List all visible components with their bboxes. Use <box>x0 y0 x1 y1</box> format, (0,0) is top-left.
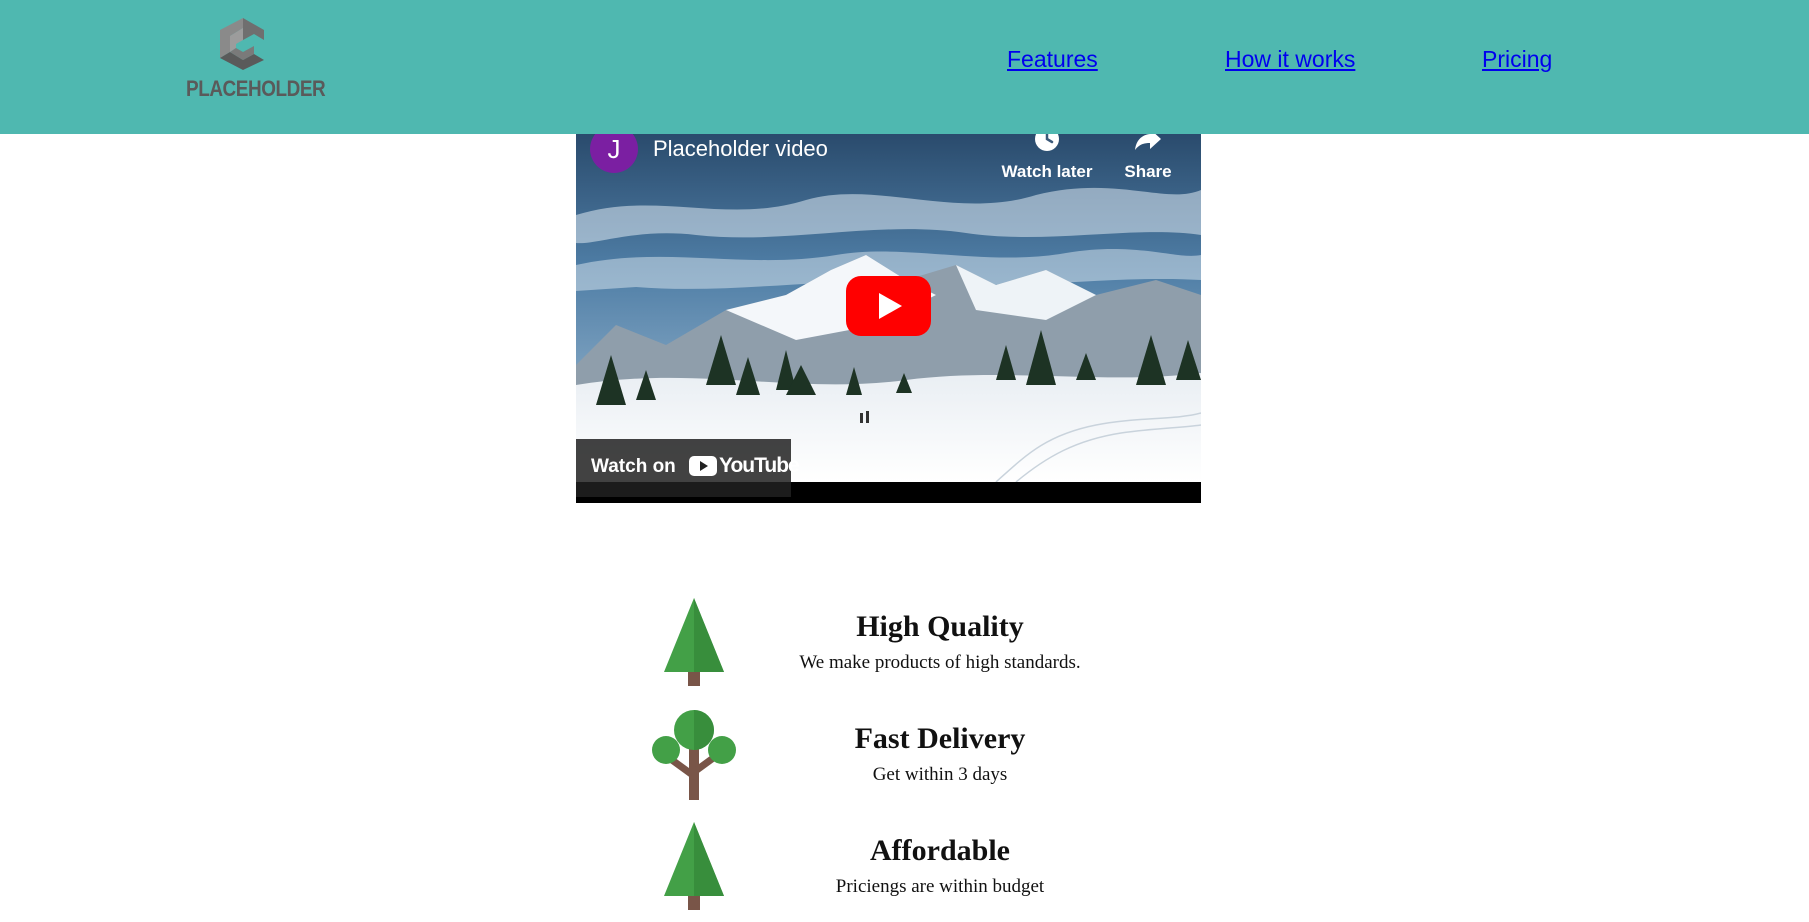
logo[interactable]: PLACEHOLDER <box>186 18 326 104</box>
youtube-logo-icon <box>689 456 717 476</box>
video-embed[interactable]: J Placeholder video Watch later Share Wa… <box>576 95 1201 503</box>
feature-item: Fast Delivery Get within 3 days <box>640 710 1100 810</box>
site-header: PLACEHOLDER Features How it works Pricin… <box>0 0 1809 134</box>
logo-icon <box>220 18 264 70</box>
feature-title: High Quality <box>856 610 1024 643</box>
watch-on-label: Watch on <box>591 456 676 477</box>
nav-link-how-it-works[interactable]: How it works <box>1225 46 1355 73</box>
feature-description: We make products of high standards. <box>799 652 1081 673</box>
play-button[interactable] <box>846 276 931 336</box>
feature-title: Fast Delivery <box>854 722 1026 755</box>
round-tree-icon <box>652 710 736 800</box>
watch-on-youtube-button[interactable]: Watch on YouTube <box>576 439 800 497</box>
pine-tree-icon <box>664 822 724 910</box>
nav-link-features[interactable]: Features <box>1007 46 1098 73</box>
feature-description: Priciengs are within budget <box>835 876 1045 897</box>
feature-description: Get within 3 days <box>872 764 1008 785</box>
share-label: Share <box>1124 162 1172 181</box>
video-title[interactable]: Placeholder video <box>653 136 828 162</box>
pine-tree-icon <box>664 598 724 686</box>
watch-later-label: Watch later <box>1001 162 1093 181</box>
youtube-wordmark: YouTube <box>719 454 800 477</box>
feature-item: Affordable Priciengs are within budget <box>640 822 1100 922</box>
logo-text: PLACEHOLDER <box>186 76 326 101</box>
nav-link-pricing[interactable]: Pricing <box>1482 46 1552 73</box>
feature-item: High Quality We make products of high st… <box>640 598 1100 698</box>
feature-title: Affordable <box>870 834 1010 867</box>
